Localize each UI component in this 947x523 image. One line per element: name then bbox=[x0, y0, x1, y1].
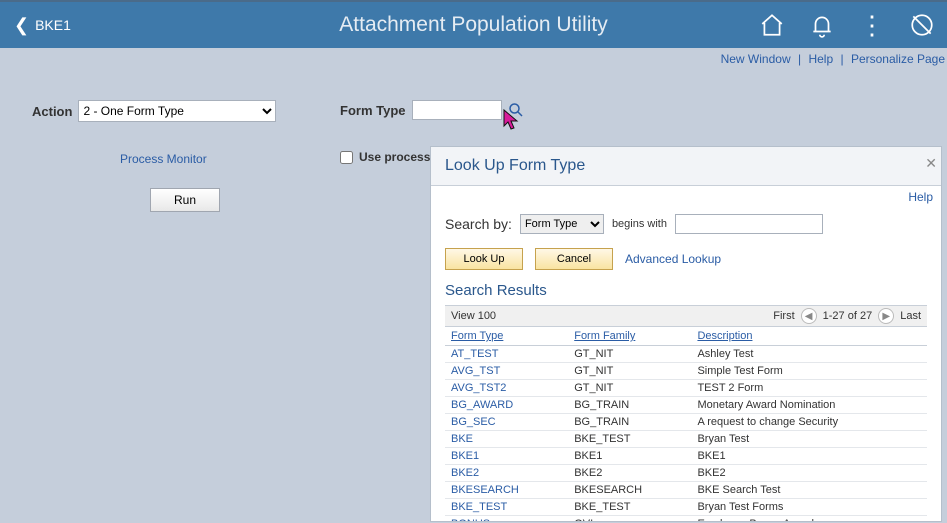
search-by-label: Search by: bbox=[445, 216, 512, 232]
cell-description: BKE2 bbox=[691, 465, 927, 482]
pager-next-button[interactable]: ▶ bbox=[878, 308, 894, 324]
cell-form-family: BKESEARCH bbox=[568, 482, 691, 499]
lookup-icon[interactable] bbox=[508, 102, 524, 118]
search-results-title: Search Results bbox=[445, 282, 927, 299]
personalize-link[interactable]: Personalize Page bbox=[851, 52, 945, 66]
modal-help-link[interactable]: Help bbox=[431, 186, 941, 204]
advanced-lookup-link[interactable]: Advanced Lookup bbox=[625, 252, 721, 266]
table-row: BKE2BKE2BKE2 bbox=[445, 465, 927, 482]
modal-body: Search by: Form Type begins with Look Up… bbox=[431, 204, 941, 522]
links-bar: New Window | Help | Personalize Page bbox=[0, 48, 947, 72]
more-actions-button[interactable]: ⋮ bbox=[847, 2, 897, 48]
col-description[interactable]: Description bbox=[691, 327, 927, 346]
cell-description: A request to change Security bbox=[691, 414, 927, 431]
cancel-button[interactable]: Cancel bbox=[535, 248, 613, 270]
use-process-scheduler-checkbox[interactable] bbox=[340, 151, 353, 164]
back-label: BKE1 bbox=[35, 17, 71, 33]
cell-form-type[interactable]: AT_TEST bbox=[445, 346, 568, 363]
top-bar: ❮ BKE1 Attachment Population Utility ⋮ bbox=[0, 0, 947, 48]
cell-form-type[interactable]: BONUS bbox=[445, 516, 568, 523]
top-icons: ⋮ bbox=[747, 2, 947, 48]
pager-first[interactable]: First bbox=[773, 310, 794, 322]
cell-description: Ashley Test bbox=[691, 346, 927, 363]
run-button[interactable]: Run bbox=[150, 188, 220, 212]
cell-form-family: BG_TRAIN bbox=[568, 397, 691, 414]
home-button[interactable] bbox=[747, 2, 797, 48]
pager: First ◀ 1-27 of 27 ▶ Last bbox=[773, 308, 921, 324]
modal-close-button[interactable]: ✕ bbox=[925, 155, 937, 172]
pager-prev-button[interactable]: ◀ bbox=[801, 308, 817, 324]
cell-form-family: GT_NIT bbox=[568, 380, 691, 397]
cell-form-family: GT_NIT bbox=[568, 363, 691, 380]
action-label: Action bbox=[32, 104, 72, 119]
table-row: BKEBKE_TESTBryan Test bbox=[445, 431, 927, 448]
bell-icon bbox=[809, 12, 835, 38]
cell-description: Simple Test Form bbox=[691, 363, 927, 380]
home-icon bbox=[759, 12, 785, 38]
table-row: AT_TESTGT_NITAshley Test bbox=[445, 346, 927, 363]
table-row: BONUSOVIEmployee Bonus Award bbox=[445, 516, 927, 523]
lookup-button[interactable]: Look Up bbox=[445, 248, 523, 270]
table-row: AVG_TSTGT_NITSimple Test Form bbox=[445, 363, 927, 380]
cell-description: BKE Search Test bbox=[691, 482, 927, 499]
cell-description: TEST 2 Form bbox=[691, 380, 927, 397]
cell-form-family: BKE1 bbox=[568, 448, 691, 465]
grid-toolbar: View 100 First ◀ 1-27 of 27 ▶ Last bbox=[445, 305, 927, 327]
cell-form-type[interactable]: BKE_TEST bbox=[445, 499, 568, 516]
cell-form-type[interactable]: AVG_TST2 bbox=[445, 380, 568, 397]
cell-description: BKE1 bbox=[691, 448, 927, 465]
compass-icon bbox=[909, 12, 935, 38]
cell-description: Employee Bonus Award bbox=[691, 516, 927, 523]
pager-last[interactable]: Last bbox=[900, 310, 921, 322]
help-link[interactable]: Help bbox=[808, 52, 833, 66]
table-row: BKE_TESTBKE_TESTBryan Test Forms bbox=[445, 499, 927, 516]
cell-form-type[interactable]: AVG_TST bbox=[445, 363, 568, 380]
view-all-link[interactable]: View 100 bbox=[451, 310, 496, 322]
search-field-select[interactable]: Form Type bbox=[520, 214, 604, 234]
cell-description: Bryan Test bbox=[691, 431, 927, 448]
notifications-button[interactable] bbox=[797, 2, 847, 48]
lookup-modal: Look Up Form Type ✕ Help Search by: Form… bbox=[430, 146, 942, 522]
cell-form-type[interactable]: BKESEARCH bbox=[445, 482, 568, 499]
back-button[interactable]: ❮ BKE1 bbox=[0, 2, 85, 48]
table-row: BG_SECBG_TRAINA request to change Securi… bbox=[445, 414, 927, 431]
cell-form-family: BKE_TEST bbox=[568, 499, 691, 516]
cell-form-family: BKE2 bbox=[568, 465, 691, 482]
table-row: BG_AWARDBG_TRAINMonetary Award Nominatio… bbox=[445, 397, 927, 414]
form-type-label: Form Type bbox=[340, 103, 406, 118]
chevron-left-icon: ❮ bbox=[14, 15, 29, 36]
col-form-type[interactable]: Form Type bbox=[445, 327, 568, 346]
table-row: BKE1BKE1BKE1 bbox=[445, 448, 927, 465]
results-table: Form Type Form Family Description AT_TES… bbox=[445, 327, 927, 522]
col-form-family[interactable]: Form Family bbox=[568, 327, 691, 346]
modal-header: Look Up Form Type ✕ bbox=[431, 147, 941, 186]
modal-title: Look Up Form Type bbox=[445, 157, 585, 174]
cell-form-type[interactable]: BKE2 bbox=[445, 465, 568, 482]
cell-form-type[interactable]: BKE bbox=[445, 431, 568, 448]
table-row: AVG_TST2GT_NITTEST 2 Form bbox=[445, 380, 927, 397]
cell-form-type[interactable]: BG_AWARD bbox=[445, 397, 568, 414]
action-select[interactable]: 2 - One Form Type bbox=[78, 100, 276, 122]
search-value-input[interactable] bbox=[675, 214, 823, 234]
cell-form-type[interactable]: BKE1 bbox=[445, 448, 568, 465]
cell-form-family: GT_NIT bbox=[568, 346, 691, 363]
pager-range: 1-27 of 27 bbox=[823, 310, 873, 322]
nav-button[interactable] bbox=[897, 2, 947, 48]
cell-form-type[interactable]: BG_SEC bbox=[445, 414, 568, 431]
form-type-input[interactable] bbox=[412, 100, 502, 120]
main-pane: Action 2 - One Form Type Form Type Proce… bbox=[0, 72, 947, 116]
process-monitor-link[interactable]: Process Monitor bbox=[120, 152, 207, 166]
cell-form-family: BG_TRAIN bbox=[568, 414, 691, 431]
table-row: BKESEARCHBKESEARCHBKE Search Test bbox=[445, 482, 927, 499]
cell-form-family: OVI bbox=[568, 516, 691, 523]
new-window-link[interactable]: New Window bbox=[721, 52, 791, 66]
search-operator: begins with bbox=[612, 218, 667, 230]
cell-description: Monetary Award Nomination bbox=[691, 397, 927, 414]
cell-description: Bryan Test Forms bbox=[691, 499, 927, 516]
cell-form-family: BKE_TEST bbox=[568, 431, 691, 448]
